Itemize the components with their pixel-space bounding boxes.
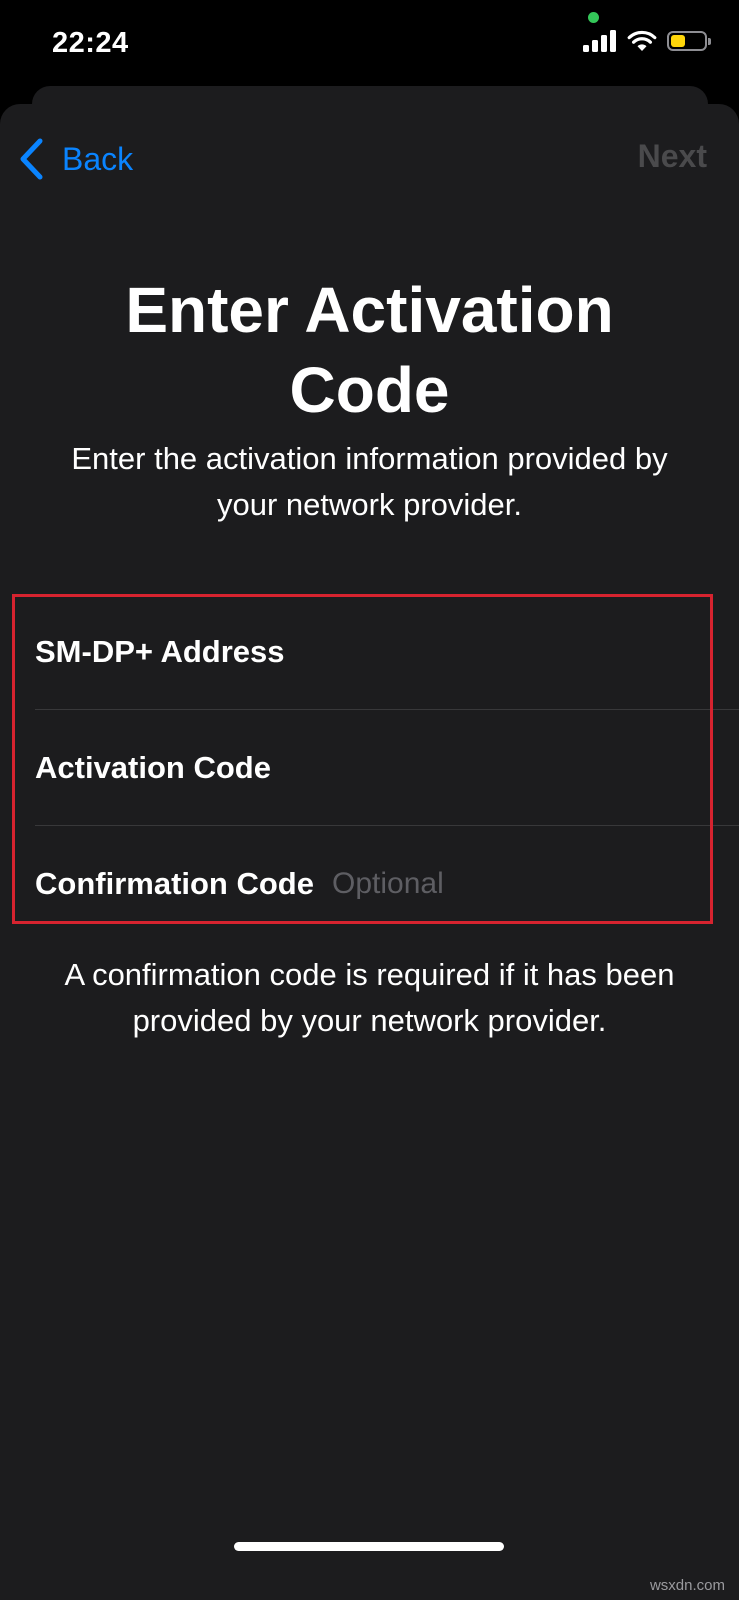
wifi-icon: [627, 30, 657, 51]
next-button[interactable]: Next: [638, 138, 707, 175]
screen: 22:24 Back Next Enter Activation Code En…: [0, 0, 739, 1600]
confirmation-code-field[interactable]: Confirmation Code Optional: [0, 826, 739, 942]
chevron-left-icon: [20, 138, 43, 180]
battery-icon: [667, 31, 711, 51]
status-bar: 22:24: [0, 0, 739, 90]
status-time: 22:24: [52, 27, 129, 59]
page-title: Enter Activation Code: [125, 274, 614, 426]
confirmation-code-placeholder: Optional: [332, 867, 444, 900]
watermark: wsxdn.com: [649, 1577, 725, 1594]
confirmation-code-label: Confirmation Code: [35, 866, 314, 901]
battery-nub: [708, 38, 711, 45]
page-subtitle: Enter the activation information provide…: [71, 441, 668, 522]
smdp-address-label: SM-DP+ Address: [35, 634, 285, 669]
cellular-signal-icon: [583, 30, 616, 52]
battery-level-fill: [671, 35, 685, 47]
activation-fields: SM-DP+ Address Activation Code Confirmat…: [0, 594, 739, 942]
back-button[interactable]: Back: [18, 138, 133, 180]
confirmation-footnote: A confirmation code is required if it ha…: [64, 957, 675, 1038]
back-button-label: Back: [62, 140, 134, 177]
status-icons: [583, 30, 711, 52]
activation-sheet: Back Next Enter Activation Code Enter th…: [0, 104, 739, 1600]
home-indicator[interactable]: [234, 1542, 504, 1551]
activation-code-label: Activation Code: [35, 750, 271, 785]
privacy-indicator-dot: [588, 12, 599, 23]
activation-code-field[interactable]: Activation Code: [0, 710, 739, 826]
smdp-address-field[interactable]: SM-DP+ Address: [0, 594, 739, 710]
